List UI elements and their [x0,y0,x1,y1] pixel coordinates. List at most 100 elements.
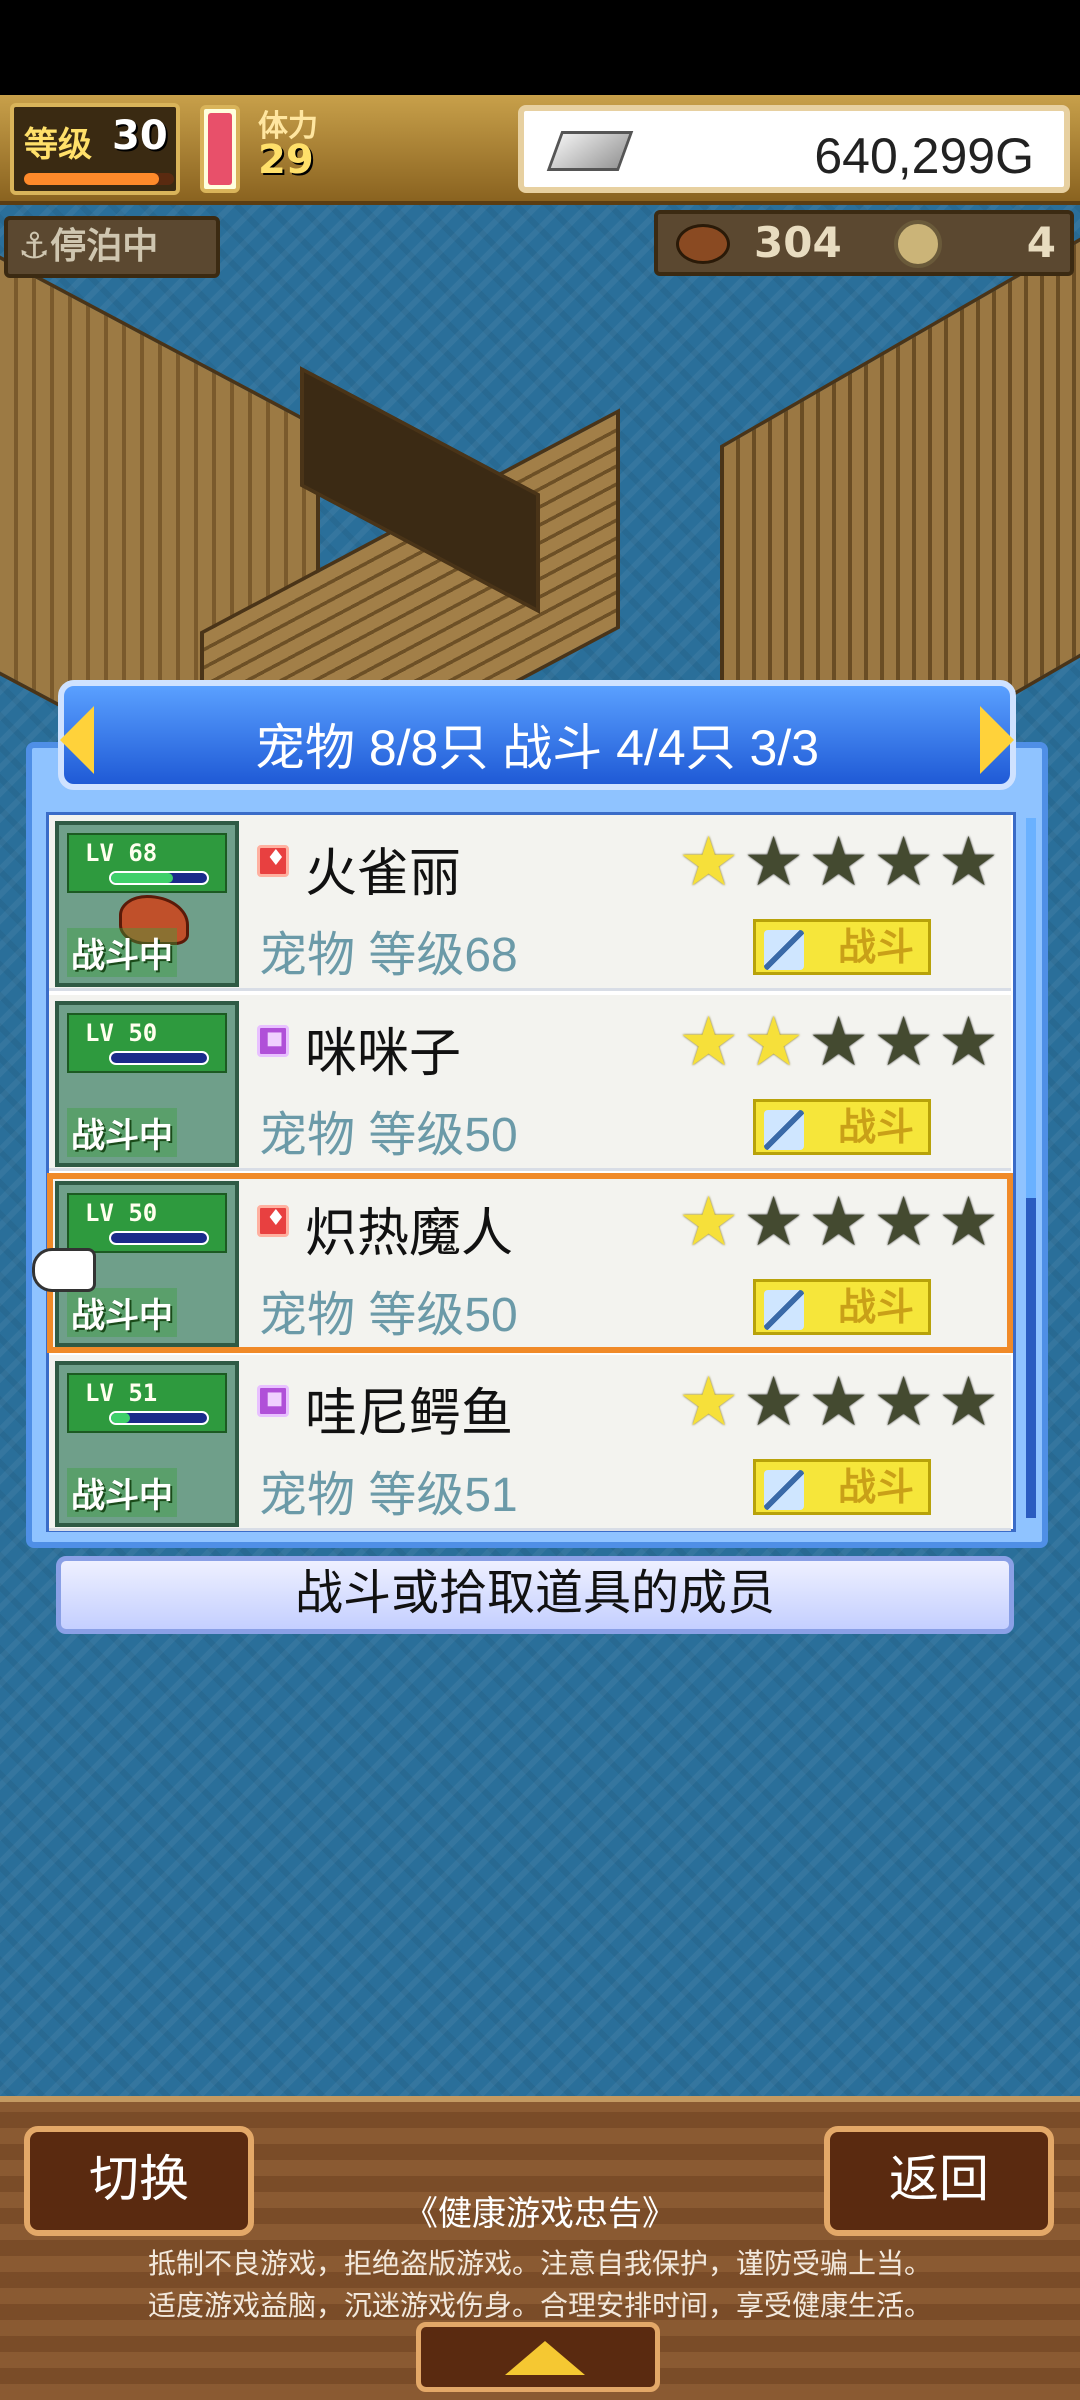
star-icon: ★ [873,1363,935,1442]
pet-list-panel: LV 68战斗中火雀丽宠物 等级68★★★★★战斗LV 50战斗中咪咪子宠物 等… [26,742,1048,1548]
panel-title-bar: 宠物 8/8只 战斗 4/4只 3/3 [58,680,1016,790]
info-bar: 战斗或拾取道具的成员 [56,1556,1014,1634]
pet-level-label: LV 68 [85,839,158,867]
star-icon: ★ [808,1183,870,1262]
star-icon: ★ [873,1183,935,1262]
expand-button[interactable] [416,2322,660,2392]
bottom-bar: 切换 返回 《健康游戏忠告》 抵制不良游戏，拒绝盗版游戏。注意自我保护，谨防受骗… [0,2096,1080,2400]
star-icon: ★ [743,1183,805,1262]
sword-icon [764,930,804,970]
stamina-value: 29 [258,137,314,183]
star-icon: ★ [678,1363,740,1442]
battle-label: 战斗 [837,925,914,969]
battle-label: 战斗 [837,1285,914,1329]
sword-icon [764,1470,804,1510]
star-icon: ★ [938,1363,999,1442]
pet-exp-fill [111,1413,131,1423]
star-icon: ★ [808,823,870,902]
pointer-hand-icon [32,1248,96,1292]
pet-name: 炽热魔人 [305,1205,514,1263]
hp-gauge-fill [208,113,232,185]
star-icon: ★ [938,1183,999,1262]
star-icon: ★ [743,1003,805,1082]
rarity-stars: ★ ★ ★ ★ ★ [678,1189,999,1257]
coin-value: 4 [1026,218,1056,267]
secondary-hud: ⚓停泊中 304 4 [0,210,1080,280]
pet-exp-bar [109,1411,209,1425]
battle-button[interactable]: 战斗 [753,919,931,975]
panel-title: 宠物 8/8只 战斗 4/4只 3/3 [254,720,820,776]
level-box: 等级 30 [10,103,180,195]
hp-gauge [200,105,240,193]
star-icon: ★ [743,1363,805,1442]
health-advice-line: 适度游戏益脑，沉迷游戏伤身。合理安排时间，享受健康生活。 [147,2290,932,2321]
pet-level-badge: LV 68 [67,833,227,893]
gold-value: 640,299G [814,128,1034,184]
psy-element-icon [257,1025,289,1057]
dock-status: ⚓停泊中 [4,216,220,278]
pet-status: 战斗中 [67,928,177,977]
pet-subtitle: 宠物 等级50 [259,1289,518,1342]
resource-box: 304 4 [654,210,1074,276]
pet-name: 哇尼鳄鱼 [305,1385,514,1443]
health-advice-title: 《健康游戏忠告》 [404,2195,676,2233]
status-bar-area [0,0,1080,95]
pet-subtitle: 宠物 等级51 [259,1469,518,1522]
star-icon: ★ [678,1183,740,1262]
pet-name: 咪咪子 [305,1025,462,1083]
battle-button[interactable]: 战斗 [753,1459,931,1515]
pet-exp-bar [109,1051,209,1065]
star-icon: ★ [938,1003,999,1082]
health-advice-line: 抵制不良游戏，拒绝盗版游戏。注意自我保护，谨防受骗上当。 [147,2248,932,2279]
pet-row[interactable]: LV 50战斗中咪咪子宠物 等级50★★★★★战斗 [49,995,1011,1171]
pet-row[interactable]: LV 51 战斗中 哇尼鳄鱼宠物 等级51 ★★★★★ 战斗 [49,1355,1011,1531]
rarity-stars: ★ ★ ★ ★ ★ [678,1369,999,1437]
pet-status: 战斗中 [67,1108,177,1157]
pet-portrait: LV 50 战斗中 [55,1001,239,1167]
pet-level-badge: LV 51 [67,1373,227,1433]
pet-level-badge: LV 50 [67,1193,227,1253]
pet-level-badge: LV 50 [67,1013,227,1073]
star-icon: ★ [743,823,805,902]
pet-level-label: LV 51 [85,1379,158,1407]
pet-row[interactable]: LV 50战斗中炽热魔人宠物 等级50★★★★★战斗 [47,1173,1013,1353]
fire-element-icon [257,1205,289,1237]
battle-label: 战斗 [837,1105,914,1149]
pet-exp-bar [109,871,209,885]
pet-level-label: LV 50 [85,1199,158,1227]
rarity-stars: ★ ★ ★ ★ ★ [678,1009,999,1077]
level-progress-fill [24,173,159,185]
pet-portrait: LV 51 战斗中 [55,1361,239,1527]
scrollbar-thumb[interactable] [1026,818,1036,1198]
psy-element-icon [257,1385,289,1417]
food-icon [676,224,730,264]
battle-button[interactable]: 战斗 [753,1279,931,1335]
pet-exp-fill [111,873,174,883]
food-value: 304 [754,218,842,267]
silver-bar-icon [546,131,634,171]
battle-label: 战斗 [837,1465,914,1509]
pet-name: 火雀丽 [305,845,462,903]
level-value: 30 [112,113,168,159]
star-icon: ★ [678,1003,740,1082]
sword-icon [764,1290,804,1330]
star-icon: ★ [873,823,935,902]
star-icon: ★ [873,1003,935,1082]
pet-portrait: LV 68 战斗中 [55,821,239,987]
pet-exp-bar [109,1231,209,1245]
gold-box[interactable]: 640,299G [518,105,1070,193]
level-label: 等级 [24,125,92,165]
next-page-arrow-icon[interactable] [980,706,1014,774]
pet-list: LV 68战斗中火雀丽宠物 等级68★★★★★战斗LV 50战斗中咪咪子宠物 等… [46,812,1016,1532]
battle-button[interactable]: 战斗 [753,1099,931,1155]
pet-status: 战斗中 [67,1468,177,1517]
level-progress-bar [24,173,174,185]
star-icon: ★ [808,1003,870,1082]
coin-icon [894,220,942,268]
star-icon: ★ [678,823,740,902]
rarity-stars: ★ ★ ★ ★ ★ [678,829,999,897]
pet-row[interactable]: LV 68战斗中火雀丽宠物 等级68★★★★★战斗 [49,815,1011,991]
pet-status: 战斗中 [67,1288,177,1337]
up-arrow-icon [505,2341,585,2375]
pet-level-label: LV 50 [85,1019,158,1047]
